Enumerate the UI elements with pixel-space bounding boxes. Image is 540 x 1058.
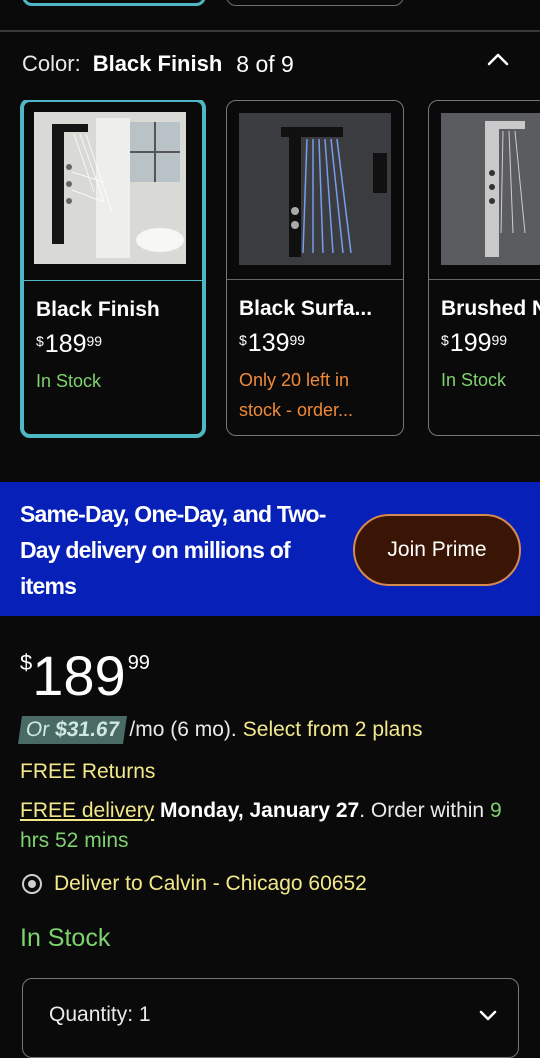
product-price: $ 189 99 [20, 644, 150, 708]
selected-color-name: Black Finish [92, 51, 223, 76]
color-count: 8 of 9 [236, 50, 294, 77]
quantity-label: Quantity: 1 [49, 1003, 151, 1027]
monthly-payment-badge: Or $31.67 [18, 716, 128, 744]
section-divider [0, 30, 540, 32]
shower-panel-image [441, 113, 540, 265]
free-returns-link[interactable]: FREE Returns [20, 760, 155, 784]
variant-stock-status: Only 20 left in stock - order... [239, 370, 354, 420]
price-currency: $ [441, 332, 449, 348]
join-prime-button[interactable]: Join Prime [353, 514, 521, 586]
price-cents: 99 [127, 652, 150, 674]
monthly-amount: $31.67 [53, 718, 122, 741]
payment-plan-row: Or $31.67 /mo (6 mo). Select from 2 plan… [18, 716, 423, 744]
price-cents: 99 [491, 332, 508, 348]
price-currency: $ [36, 333, 44, 349]
variant-card-black-surface[interactable]: Black Surfa... $ 139 99 Only 20 left in … [226, 100, 404, 436]
chevron-up-icon [487, 53, 509, 66]
color-variant-carousel[interactable]: Black Finish $ 189 99 In Stock Black Sur… [0, 100, 540, 440]
variant-stock-status: In Stock [36, 371, 102, 391]
shower-panel-image [34, 112, 186, 264]
price-whole: 189 [32, 644, 126, 707]
variant-name: Black Surfa... [239, 297, 373, 320]
price-whole: 189 [44, 330, 87, 358]
product-image [429, 101, 540, 280]
price-cents: 99 [289, 332, 306, 348]
chevron-down-icon [479, 1010, 497, 1021]
stock-status: In Stock [20, 924, 111, 952]
product-image [227, 101, 403, 280]
quantity-value: 1 [138, 1003, 151, 1026]
collapse-colors-button[interactable] [482, 44, 514, 76]
quantity-label-text: Quantity: [49, 1003, 134, 1026]
variant-price: $ 189 99 [36, 330, 102, 359]
product-image [24, 102, 202, 281]
order-within-label: . Order within [359, 799, 485, 822]
delivery-date: Monday, January 27 [160, 799, 360, 822]
price-whole: 199 [449, 329, 492, 357]
select-plans-link[interactable]: Select from 2 plans [243, 718, 423, 742]
variant-card-black-finish[interactable]: Black Finish $ 189 99 In Stock [20, 100, 206, 438]
monthly-prefix: Or [24, 718, 52, 741]
deliver-to-text: Deliver to Calvin - Chicago 60652 [54, 872, 367, 895]
free-delivery-link[interactable]: FREE delivery [20, 799, 154, 822]
monthly-term: /mo (6 mo). [129, 718, 237, 741]
quantity-dropdown[interactable]: Quantity: 1 [22, 978, 519, 1058]
variant-name: Brushed N [441, 297, 540, 320]
price-currency: $ [20, 650, 33, 675]
delivery-info: FREE delivery Monday, January 27. Order … [20, 796, 525, 856]
previous-option-tab-selected[interactable] [22, 0, 206, 6]
price-whole: 139 [247, 329, 290, 357]
variant-price: $ 199 99 [441, 329, 507, 358]
deliver-to-location[interactable]: Deliver to Calvin - Chicago 60652 [20, 872, 367, 896]
variant-card-brushed-nickel[interactable]: Brushed N $ 199 99 In Stock [428, 100, 540, 436]
color-selector-header: Color: Black Finish 8 of 9 [22, 48, 294, 80]
prime-promo-text: Same-Day, One-Day, and Two-Day delivery … [20, 501, 326, 599]
shower-panel-image [239, 113, 391, 265]
previous-option-tab[interactable] [226, 0, 404, 6]
prime-promo-banner: Same-Day, One-Day, and Two-Day delivery … [0, 482, 540, 616]
price-cents: 99 [86, 333, 103, 349]
color-label: Color: [22, 51, 81, 76]
price-currency: $ [239, 332, 247, 348]
variant-price: $ 139 99 [239, 329, 305, 358]
variant-name: Black Finish [36, 298, 160, 321]
location-pin-icon [22, 874, 42, 894]
variant-stock-status: In Stock [441, 370, 507, 390]
